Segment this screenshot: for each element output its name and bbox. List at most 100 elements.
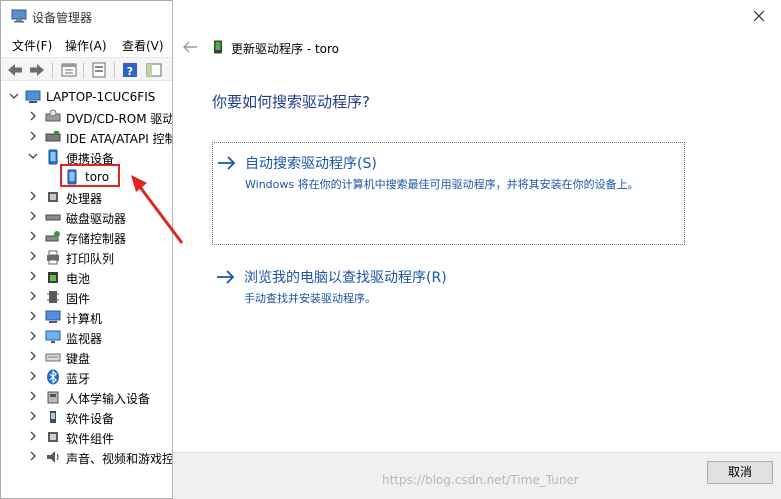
device-manager-icon: [11, 9, 27, 23]
watermark: https://blog.csdn.net/Time_Tuner: [382, 473, 579, 487]
tree-item-software-device[interactable]: 软件设备: [1, 407, 173, 427]
tree-item-label: 处理器: [66, 192, 103, 206]
software-device-icon: [50, 411, 56, 423]
tree-item-label: 软件组件: [66, 432, 115, 446]
tree-item-label: 声音、视频和游戏控: [66, 452, 173, 466]
tree-item-label: 蓝牙: [66, 372, 91, 386]
forward-icon[interactable]: [28, 61, 46, 79]
tree-item-disk[interactable]: 磁盘驱动器: [1, 207, 173, 227]
print-queue-icon: [47, 250, 59, 265]
tree-item-sound[interactable]: 声音、视频和游戏控: [1, 447, 173, 467]
toolbar-separator: [83, 62, 84, 78]
disk-drive-icon: [45, 214, 61, 221]
tree-item-label: 电池: [66, 272, 91, 286]
tree-item-label: 固件: [66, 292, 91, 306]
chevron-right-icon[interactable]: [28, 350, 38, 362]
arrow-right-icon: [218, 156, 236, 170]
tree-item-monitor[interactable]: 监视器: [1, 327, 173, 347]
tree-item-label: 监视器: [66, 332, 103, 346]
chevron-right-icon[interactable]: [28, 430, 38, 442]
console-tree-icon[interactable]: [90, 61, 108, 79]
chevron-right-icon[interactable]: [28, 390, 38, 402]
tree-item-ide[interactable]: IDE ATA/ATAPI 控制: [1, 127, 173, 147]
tree-item-firmware[interactable]: 固件: [1, 287, 173, 307]
bluetooth-icon: [47, 369, 59, 385]
tree-root-label: LAPTOP-1CUC6FIS: [46, 90, 156, 104]
ide-controller-icon: [45, 131, 61, 142]
tree-item-battery[interactable]: 电池: [1, 267, 173, 287]
toro-highlight-box: [60, 164, 120, 187]
cancel-button[interactable]: 取消: [707, 461, 773, 484]
tree-item-print[interactable]: 打印队列: [1, 247, 173, 267]
storage-controller-icon: [45, 231, 60, 242]
processor-icon: [48, 192, 58, 202]
auto-search-title: 自动搜索驱动程序(S): [245, 156, 377, 172]
chevron-right-icon[interactable]: [28, 130, 38, 142]
software-component-icon: [48, 432, 58, 442]
dialog-header: 更新驱动程序 - toro: [181, 38, 581, 58]
chevron-down-icon[interactable]: [9, 90, 19, 102]
chevron-down-icon[interactable]: [28, 150, 38, 162]
tree-item-dvd[interactable]: DVD/CD-ROM 驱动: [1, 107, 173, 127]
computer-icon: [45, 310, 61, 323]
chevron-right-icon[interactable]: [28, 330, 38, 342]
chevron-right-icon[interactable]: [28, 450, 38, 462]
tree-item-label: 计算机: [66, 312, 103, 326]
tree-root[interactable]: LAPTOP-1CUC6FIS: [1, 87, 173, 107]
tree-item-storage[interactable]: 存储控制器: [1, 227, 173, 247]
chevron-right-icon[interactable]: [28, 190, 38, 202]
tree-item-label: 存储控制器: [66, 232, 127, 246]
menu-view[interactable]: 查看(V): [122, 37, 164, 54]
chevron-right-icon[interactable]: [28, 110, 38, 122]
tree-item-bluetooth[interactable]: 蓝牙: [1, 367, 173, 387]
toolbar-separator: [52, 62, 53, 78]
monitor-icon: [45, 330, 61, 343]
close-icon[interactable]: [749, 6, 769, 26]
keyboard-icon: [45, 353, 61, 362]
device-manager-title: 设备管理器: [32, 11, 93, 25]
tree-item-label: DVD/CD-ROM 驱动: [66, 112, 173, 126]
tree-item-keyboard[interactable]: 键盘: [1, 347, 173, 367]
show-hide-icon[interactable]: [145, 61, 163, 79]
browse-option[interactable]: 浏览我的电脑以查找驱动程序(R) 手动查找并安装驱动程序。: [212, 262, 685, 312]
chevron-right-icon[interactable]: [28, 310, 38, 322]
tree-item-label: IDE ATA/ATAPI 控制: [66, 132, 173, 146]
tree-item-label: 人体学输入设备: [66, 392, 151, 406]
auto-search-option[interactable]: 自动搜索驱动程序(S) Windows 将在你的计算机中搜索最佳可用驱动程序，并…: [212, 142, 685, 245]
computer-icon: [25, 90, 41, 103]
menu-action[interactable]: 操作(A): [65, 37, 107, 54]
chevron-right-icon[interactable]: [28, 250, 38, 262]
chevron-right-icon[interactable]: [28, 370, 38, 382]
svg-text:?: ?: [127, 65, 133, 78]
tree-item-label: 打印队列: [66, 252, 115, 266]
back-arrow-icon[interactable]: [181, 39, 199, 55]
tree-item-computer[interactable]: 计算机: [1, 307, 173, 327]
search-question-heading: 你要如何搜索驱动程序?: [212, 93, 370, 111]
firmware-icon: [47, 291, 59, 303]
chevron-right-icon[interactable]: [28, 210, 38, 222]
sound-icon: [47, 451, 59, 463]
tree-item-software-component[interactable]: 软件组件: [1, 427, 173, 447]
chevron-right-icon[interactable]: [28, 290, 38, 302]
tree-item-processor[interactable]: 处理器: [1, 187, 173, 207]
portable-device-icon: [48, 149, 58, 165]
toolbar-separator: [114, 62, 115, 78]
battery-icon: [48, 272, 58, 283]
tree-item-label: 磁盘驱动器: [66, 212, 127, 226]
help-icon[interactable]: ?: [121, 61, 139, 79]
hid-icon: [47, 391, 59, 404]
browse-description: 手动查找并安装驱动程序。: [244, 292, 376, 305]
tree-item-label: 软件设备: [66, 412, 115, 426]
tree-item-label: 键盘: [66, 352, 91, 366]
dvd-drive-icon: [45, 109, 61, 122]
menu-file[interactable]: 文件(F): [12, 37, 52, 54]
tree-item-hid[interactable]: 人体学输入设备: [1, 387, 173, 407]
chevron-right-icon[interactable]: [28, 410, 38, 422]
properties-icon[interactable]: [60, 61, 78, 79]
chevron-right-icon[interactable]: [28, 230, 38, 242]
browse-title: 浏览我的电脑以查找驱动程序(R): [244, 270, 447, 286]
phone-icon: [214, 40, 222, 54]
back-icon[interactable]: [6, 61, 24, 79]
chevron-right-icon[interactable]: [28, 270, 38, 282]
auto-search-description: Windows 将在你的计算机中搜索最佳可用驱动程序，并将其安装在你的设备上。: [245, 178, 639, 191]
